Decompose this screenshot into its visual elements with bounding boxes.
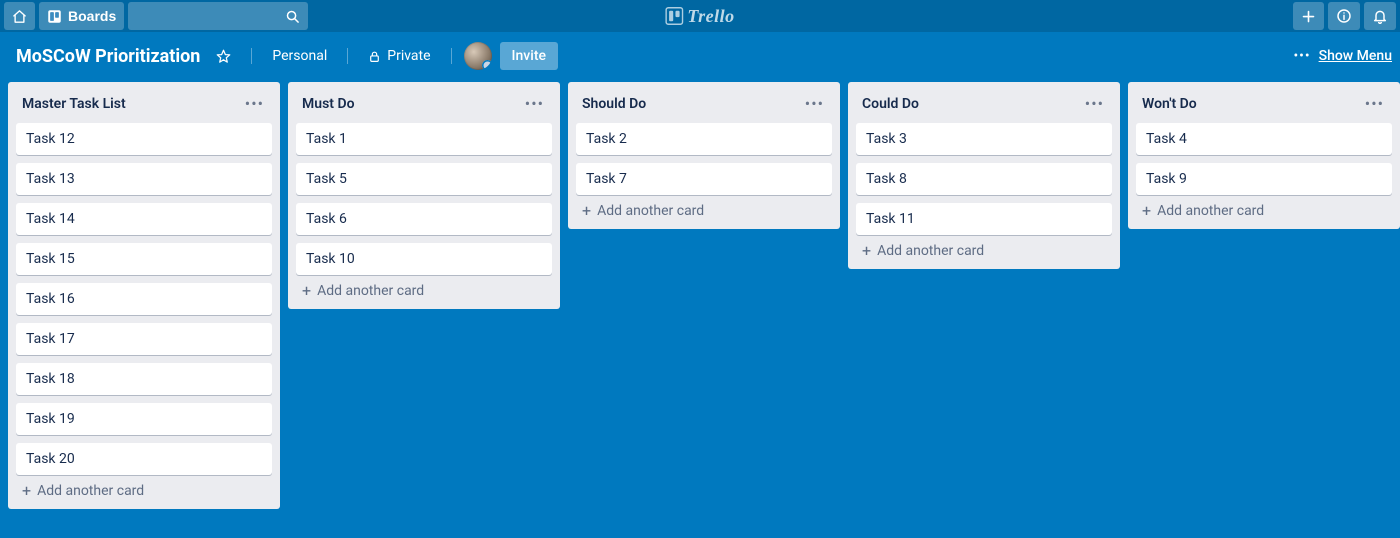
card[interactable]: Task 1: [296, 123, 552, 155]
card[interactable]: Task 16: [16, 283, 272, 315]
show-menu-button[interactable]: Show Menu: [1319, 48, 1392, 64]
search-box[interactable]: [128, 2, 308, 30]
list-title[interactable]: Must Do: [302, 96, 355, 112]
add-card-label: Add another card: [877, 243, 984, 259]
cards-container: Task 2 Task 7: [576, 123, 832, 195]
brand[interactable]: Trello: [665, 6, 734, 27]
home-button[interactable]: [4, 2, 35, 30]
list: Master Task List ••• Task 12 Task 13 Task 14…: [8, 82, 280, 509]
board-header-right: ••• Show Menu: [1293, 48, 1392, 64]
add-card-label: Add another card: [597, 203, 704, 219]
card[interactable]: Task 6: [296, 203, 552, 235]
plus-icon: +: [862, 243, 871, 259]
list-menu-button[interactable]: •••: [801, 92, 828, 115]
brand-name: Trello: [687, 6, 734, 27]
plus-icon: +: [582, 203, 591, 219]
add-card-label: Add another card: [317, 283, 424, 299]
add-card-button[interactable]: + Add another card: [296, 275, 552, 301]
info-icon: [1336, 8, 1352, 24]
list-menu-button[interactable]: •••: [1361, 92, 1388, 115]
separator: [451, 48, 452, 64]
add-card-button[interactable]: + Add another card: [16, 475, 272, 501]
card[interactable]: Task 4: [1136, 123, 1392, 155]
add-card-button[interactable]: + Add another card: [576, 195, 832, 221]
list-header: Must Do •••: [296, 90, 552, 123]
create-button[interactable]: [1293, 2, 1324, 30]
avatar[interactable]: [464, 42, 492, 70]
top-nav: Boards Trello: [0, 0, 1400, 32]
invite-label: Invite: [512, 48, 546, 64]
nav-right: [1293, 2, 1396, 30]
board-header: MoSCoW Prioritization Personal Private I…: [0, 32, 1400, 80]
card[interactable]: Task 19: [16, 403, 272, 435]
cards-container: Task 1 Task 5 Task 6 Task 10: [296, 123, 552, 275]
invite-button[interactable]: Invite: [500, 42, 558, 70]
separator: [347, 48, 348, 64]
cards-container: Task 12 Task 13 Task 14 Task 15 Task 16 Task …: [16, 123, 272, 475]
list-header: Could Do •••: [856, 90, 1112, 123]
card[interactable]: Task 15: [16, 243, 272, 275]
list-menu-button[interactable]: •••: [521, 92, 548, 115]
card[interactable]: Task 13: [16, 163, 272, 195]
card[interactable]: Task 11: [856, 203, 1112, 235]
add-card-label: Add another card: [37, 483, 144, 499]
list-header: Master Task List •••: [16, 90, 272, 123]
card[interactable]: Task 7: [576, 163, 832, 195]
team-button[interactable]: Personal: [264, 44, 335, 68]
card[interactable]: Task 2: [576, 123, 832, 155]
star-button[interactable]: [208, 45, 239, 68]
list-menu-button[interactable]: •••: [1081, 92, 1108, 115]
home-icon: [12, 9, 27, 24]
team-label: Personal: [272, 48, 327, 64]
list-menu-button[interactable]: •••: [241, 92, 268, 115]
list-title[interactable]: Master Task List: [22, 96, 126, 112]
lock-icon: [368, 50, 381, 63]
plus-icon: +: [1142, 203, 1151, 219]
list: Could Do ••• Task 3 Task 8 Task 11 + Add anoth…: [848, 82, 1120, 269]
card[interactable]: Task 18: [16, 363, 272, 395]
list-header: Won't Do •••: [1136, 90, 1392, 123]
bell-icon: [1372, 8, 1388, 24]
list-title[interactable]: Won't Do: [1142, 96, 1197, 112]
card[interactable]: Task 9: [1136, 163, 1392, 195]
add-card-button[interactable]: + Add another card: [1136, 195, 1392, 221]
nav-left: Boards: [4, 2, 308, 30]
notifications-button[interactable]: [1364, 2, 1396, 30]
ellipsis-icon[interactable]: •••: [1293, 48, 1310, 64]
list: Must Do ••• Task 1 Task 5 Task 6 Task 10 + Add …: [288, 82, 560, 309]
card[interactable]: Task 14: [16, 203, 272, 235]
trello-logo-icon: [665, 7, 683, 25]
cards-container: Task 3 Task 8 Task 11: [856, 123, 1112, 235]
board-canvas: Master Task List ••• Task 12 Task 13 Task 14…: [0, 80, 1400, 517]
boards-icon: [47, 9, 62, 24]
board-name[interactable]: MoSCoW Prioritization: [16, 46, 200, 67]
card[interactable]: Task 12: [16, 123, 272, 155]
visibility-button[interactable]: Private: [360, 44, 438, 68]
search-input[interactable]: [136, 9, 300, 24]
add-card-button[interactable]: + Add another card: [856, 235, 1112, 261]
list: Should Do ••• Task 2 Task 7 + Add another car…: [568, 82, 840, 229]
visibility-label: Private: [387, 48, 430, 64]
separator: [251, 48, 252, 64]
plus-icon: [1301, 9, 1316, 24]
list-title[interactable]: Should Do: [582, 96, 646, 112]
card[interactable]: Task 5: [296, 163, 552, 195]
plus-icon: +: [22, 483, 31, 499]
card[interactable]: Task 17: [16, 323, 272, 355]
card[interactable]: Task 3: [856, 123, 1112, 155]
card[interactable]: Task 8: [856, 163, 1112, 195]
search-icon: [285, 9, 300, 24]
list-title[interactable]: Could Do: [862, 96, 919, 112]
list: Won't Do ••• Task 4 Task 9 + Add another card: [1128, 82, 1400, 229]
info-button[interactable]: [1328, 2, 1360, 30]
card[interactable]: Task 10: [296, 243, 552, 275]
card[interactable]: Task 20: [16, 443, 272, 475]
boards-button[interactable]: Boards: [39, 2, 124, 30]
plus-icon: +: [302, 283, 311, 299]
star-icon: [216, 49, 231, 64]
cards-container: Task 4 Task 9: [1136, 123, 1392, 195]
add-card-label: Add another card: [1157, 203, 1264, 219]
boards-label: Boards: [68, 8, 116, 24]
list-header: Should Do •••: [576, 90, 832, 123]
